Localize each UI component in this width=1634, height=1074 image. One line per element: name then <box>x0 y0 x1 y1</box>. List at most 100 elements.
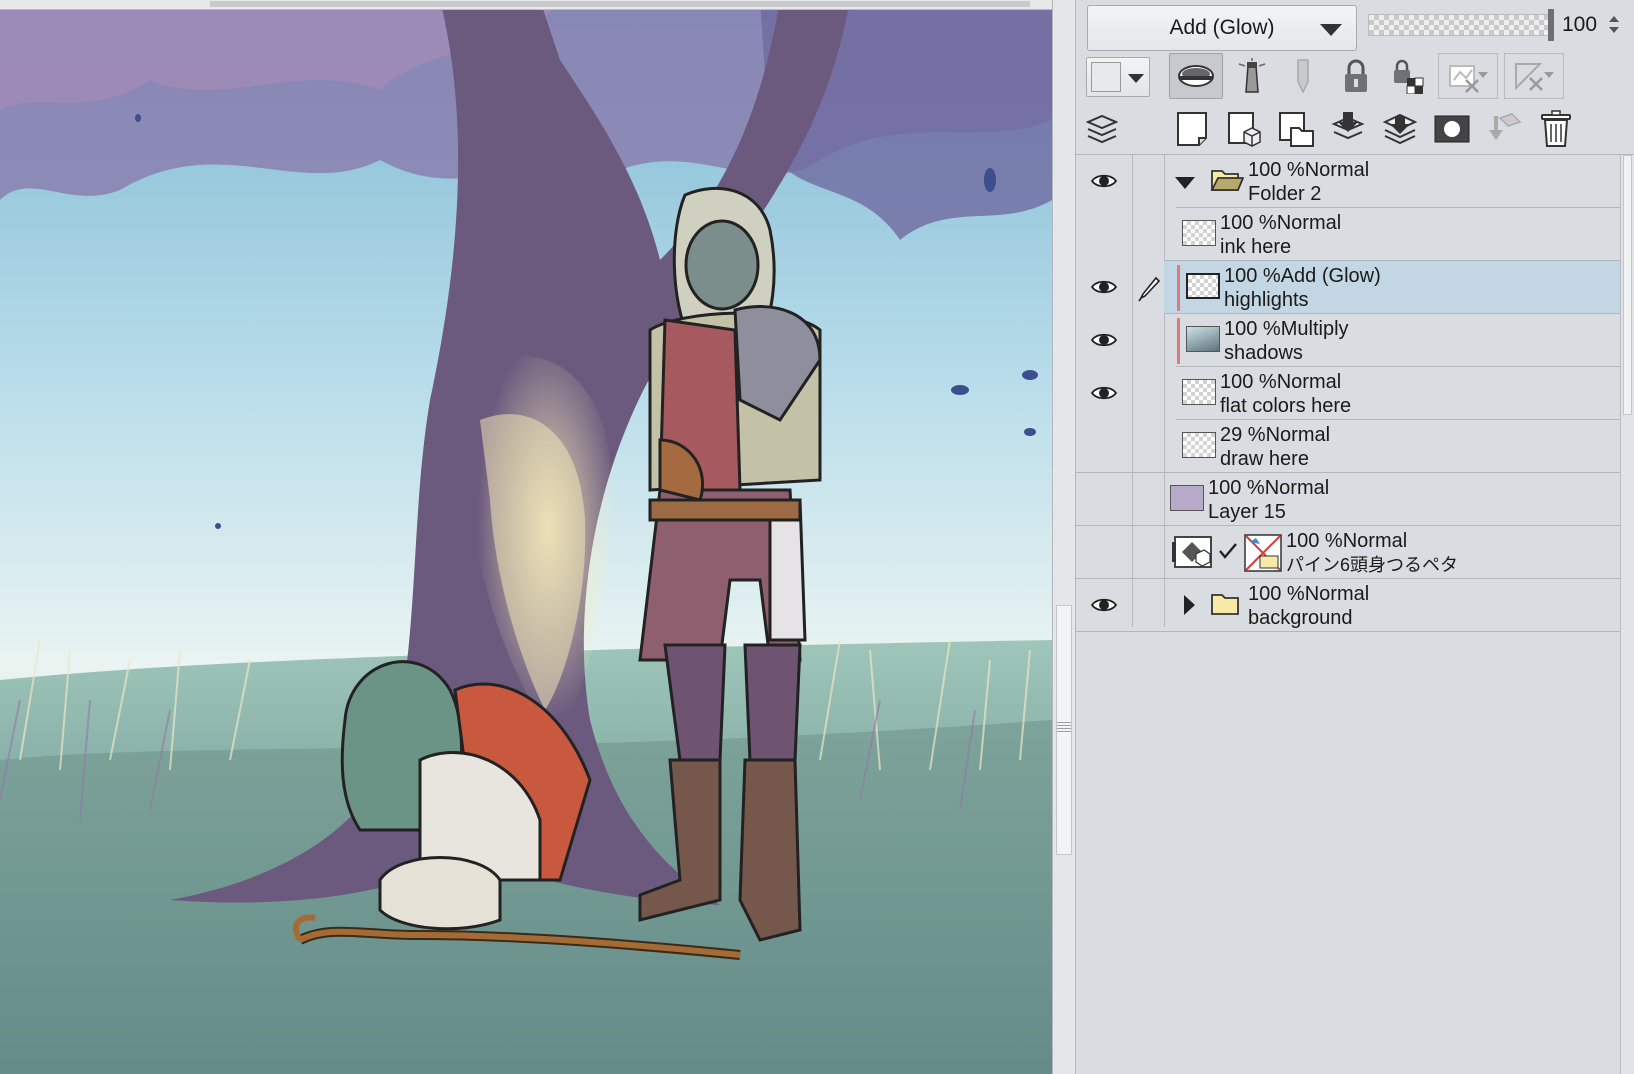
layer-row-ink-here[interactable]: 100 %Normal ink here <box>1076 208 1620 261</box>
3d-model-thumbnail-icon <box>1244 534 1282 572</box>
new-raster-layer-button[interactable] <box>1170 106 1214 152</box>
layer-name: パイン6頭身つるペタ <box>1286 555 1459 575</box>
scrollbar-thumb[interactable] <box>1623 155 1632 415</box>
reference-layer-button[interactable] <box>1230 53 1274 99</box>
layer-row-highlights-controls <box>1076 261 1164 314</box>
ruler-display-button[interactable] <box>1504 53 1564 99</box>
layer-blend-mode: Normal <box>1342 530 1408 552</box>
vertical-scrollbar[interactable] <box>1052 0 1076 1074</box>
apply-mask-button[interactable] <box>1482 106 1526 152</box>
opacity-slider[interactable] <box>1368 9 1554 41</box>
new-raster-layer-icon <box>1177 112 1207 146</box>
lock-transparent-pixels-button[interactable] <box>1386 53 1430 99</box>
eye-icon[interactable] <box>1091 330 1117 350</box>
layer-name: Folder 2 <box>1248 183 1322 205</box>
mask-enable-icon <box>1449 65 1488 93</box>
layer-opacity: 100 % <box>1208 477 1265 499</box>
clip-to-layer-below-icon <box>1178 65 1214 87</box>
layer-name: draw here <box>1220 448 1309 470</box>
layer-blend-mode: Normal <box>1276 371 1342 393</box>
merge-down-button[interactable] <box>1378 106 1422 152</box>
blend-mode-value: Add (Glow) <box>1169 16 1275 39</box>
layer-row-background[interactable]: 100 %Normal background <box>1076 579 1620 632</box>
draft-layer-button[interactable] <box>1281 53 1325 99</box>
layer-opacity: 100 % <box>1224 265 1281 287</box>
layer-thumbnail <box>1182 379 1216 405</box>
folder-expand-icon[interactable] <box>1184 595 1195 615</box>
clipping-indicator <box>1177 265 1180 311</box>
layer-row-layer-15[interactable]: 100 %Normal Layer 15 <box>1076 473 1620 526</box>
horizontal-scrollbar[interactable] <box>0 0 1052 10</box>
layer-name: Layer 15 <box>1208 501 1286 523</box>
layer-blend-mode: Multiply <box>1280 318 1349 340</box>
eye-icon[interactable] <box>1091 595 1117 615</box>
blend-mode-select[interactable]: Add (Glow) <box>1087 5 1357 51</box>
layer-thumbnail <box>1182 432 1216 458</box>
draft-layer-icon <box>1297 59 1309 94</box>
layer-toolbar-top <box>1076 50 1634 104</box>
eye-icon[interactable] <box>1091 383 1117 403</box>
layer-mask-button[interactable] <box>1430 106 1474 152</box>
folder-open-icon <box>1210 170 1244 191</box>
layer-blend-mode: Normal <box>1265 424 1331 446</box>
layer-row-shadows[interactable]: 100 %Multiply shadows <box>1076 314 1620 367</box>
layer-row-3d-model[interactable]: 100 %Normal パイン6頭身つるペタ <box>1076 526 1620 579</box>
layer-opacity: 100 % <box>1286 530 1343 552</box>
layer-name: background <box>1248 607 1353 629</box>
layer-row-draw-here[interactable]: 29 %Normal draw here <box>1076 420 1620 473</box>
pen-icon <box>1138 276 1160 302</box>
checkmark-icon <box>1219 543 1237 559</box>
layer-row-highlights[interactable]: 100 %Add (Glow) highlights <box>1164 261 1620 314</box>
layer-row-flat-colors[interactable]: 100 %Normal flat colors here <box>1076 367 1620 420</box>
layer-opacity: 100 % <box>1220 212 1277 234</box>
3d-layer-icon <box>1172 536 1212 568</box>
transfer-down-button[interactable] <box>1326 106 1370 152</box>
layer-toolbar-bottom <box>1076 104 1634 155</box>
layer-stack-icon <box>1086 114 1118 144</box>
layer-name: shadows <box>1224 342 1303 364</box>
splitter-grip-icon[interactable] <box>1057 722 1071 732</box>
merge-down-icon <box>1382 113 1418 145</box>
layer-opacity: 100 % <box>1248 159 1305 181</box>
layer-list[interactable]: 100 %Normal Folder 2 100 %Normal ink here … <box>1076 155 1634 1074</box>
new-vector-layer-button[interactable] <box>1222 106 1266 152</box>
lock-transparent-icon <box>1394 59 1424 94</box>
enable-mask-button[interactable] <box>1438 53 1498 99</box>
layer-opacity: 100 % <box>1248 583 1305 605</box>
layer-panel: Add (Glow) 100 100 %Normal Folder 2 100 … <box>1076 0 1634 1074</box>
transfer-down-icon <box>1331 112 1365 140</box>
chevron-down-icon <box>1320 24 1342 36</box>
layer-blend-mode: Normal <box>1264 477 1330 499</box>
color-swatch-icon <box>1091 62 1121 92</box>
clip-to-layer-below-button[interactable] <box>1169 53 1223 99</box>
folder-collapse-icon[interactable] <box>1175 177 1195 189</box>
layer-opacity: 29 % <box>1220 424 1266 446</box>
layer-thumbnail <box>1186 326 1220 352</box>
ruler-display-icon <box>1515 63 1554 91</box>
clipping-indicator <box>1177 318 1180 364</box>
folder-icon <box>1211 594 1239 615</box>
layer-opacity: 100 % <box>1224 318 1281 340</box>
delete-layer-button[interactable] <box>1534 106 1578 152</box>
eye-icon[interactable] <box>1091 277 1117 297</box>
layer-blend-mode: Normal <box>1304 583 1370 605</box>
eye-icon[interactable] <box>1091 171 1117 191</box>
layer-name: ink here <box>1220 236 1292 258</box>
lock-layer-icon <box>1345 59 1367 92</box>
delete-layer-icon <box>1541 110 1571 147</box>
opacity-slider-handle[interactable] <box>1548 9 1554 41</box>
artwork-canvas[interactable] <box>0 0 1052 1074</box>
layer-color-button[interactable] <box>1086 57 1150 97</box>
apply-mask-icon <box>1489 113 1522 140</box>
layer-row-folder-2[interactable]: 100 %Normal Folder 2 <box>1076 155 1620 208</box>
layer-opacity: 100 % <box>1220 371 1277 393</box>
chevron-down-icon <box>1128 74 1144 83</box>
new-folder-button[interactable] <box>1274 106 1318 152</box>
layer-list-scrollbar[interactable] <box>1620 155 1634 1074</box>
layer-stack-button[interactable] <box>1082 108 1122 150</box>
opacity-value[interactable]: 100 <box>1562 13 1597 37</box>
new-vector-layer-icon <box>1228 112 1261 147</box>
lock-layer-button[interactable] <box>1334 53 1378 99</box>
opacity-stepper-icon[interactable] <box>1608 16 1620 36</box>
layer-blend-mode: Add (Glow) <box>1280 265 1381 287</box>
